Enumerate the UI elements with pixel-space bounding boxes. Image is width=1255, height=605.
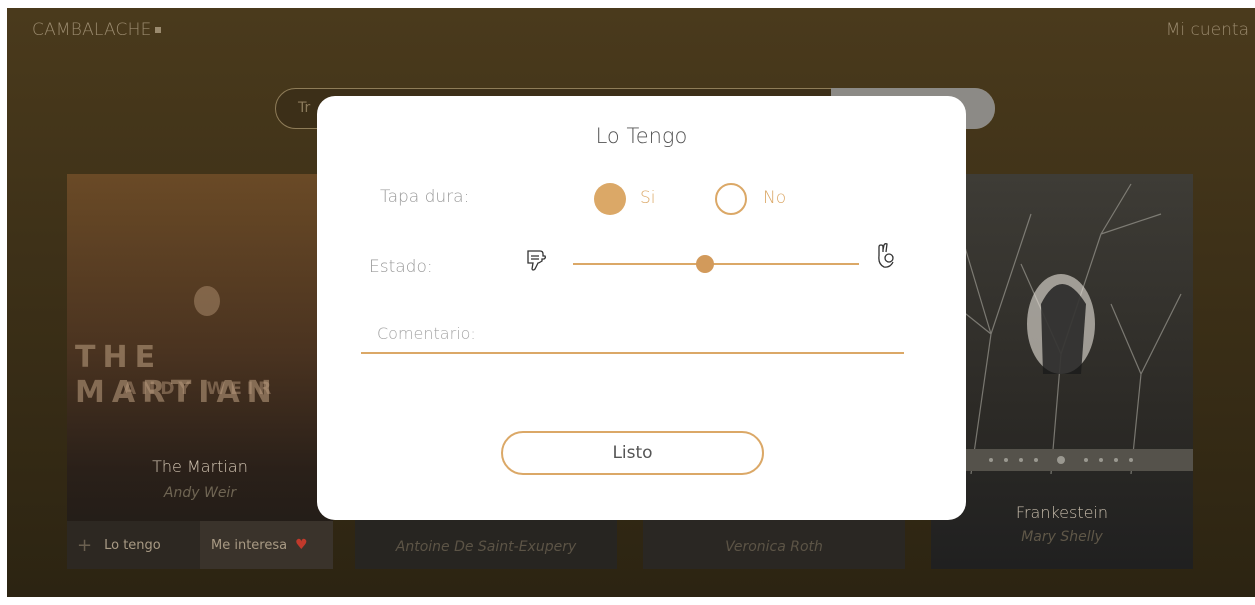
lo-tengo-dialog: Lo Tengo Tapa dura: Si No Estado: Listo — [317, 96, 966, 520]
condition-label: Estado: — [369, 257, 433, 277]
hardcover-no-label[interactable]: No — [763, 188, 786, 208]
thumbs-down-icon — [525, 248, 547, 280]
condition-slider-track[interactable] — [573, 263, 859, 265]
done-button[interactable]: Listo — [501, 431, 764, 475]
hardcover-label: Tapa dura: — [380, 187, 470, 207]
ok-hand-icon — [875, 242, 897, 276]
hardcover-no-radio[interactable] — [715, 183, 747, 215]
dialog-title: Lo Tengo — [595, 124, 688, 148]
condition-slider-thumb[interactable] — [695, 255, 714, 273]
hardcover-yes-radio[interactable] — [594, 183, 626, 215]
comment-field[interactable] — [361, 314, 904, 354]
hardcover-yes-label[interactable]: Si — [640, 188, 656, 208]
